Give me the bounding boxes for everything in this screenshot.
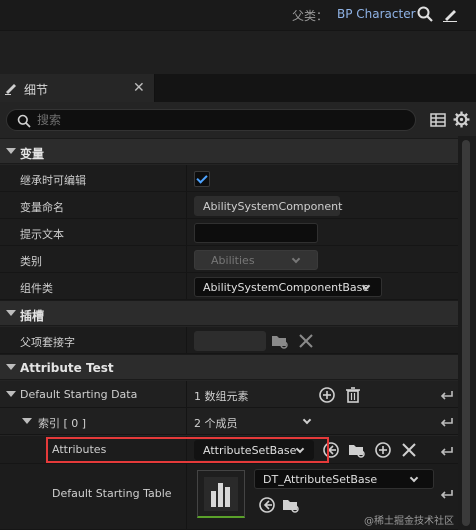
watermark: @稀土掘金技术社区 (364, 516, 454, 527)
row-label: 组件类 (20, 282, 53, 295)
variable-name-field[interactable]: AbilitySystemComponent (194, 196, 342, 216)
pencil-icon (5, 84, 16, 95)
tooltip-field[interactable] (194, 223, 318, 243)
reset-icon[interactable] (440, 443, 454, 457)
member-count: 2 个成员 (194, 417, 238, 430)
collapse-arrow-icon (6, 310, 16, 316)
collapse-arrow-icon (6, 148, 16, 154)
row-default-starting-data: Default Starting Data 1 数组元素 (0, 381, 458, 408)
row-label: 索引 [ 0 ] (38, 417, 87, 430)
row-label: Default Starting Data (20, 388, 138, 401)
divider (186, 192, 187, 218)
row-label: 变量命名 (20, 201, 64, 214)
add-icon[interactable] (374, 441, 392, 459)
collapse-arrow-icon[interactable] (22, 418, 32, 424)
divider (186, 327, 187, 353)
top-bar: 父类： BP Character (0, 0, 476, 30)
array-count: 1 数组元素 (194, 390, 249, 403)
divider (186, 273, 187, 299)
dropdown-value: AbilitySystemComponentBase (203, 281, 370, 294)
chevron-down-icon (291, 254, 301, 264)
row-category: 类别 Abilities (0, 246, 458, 273)
row-variable-name: 变量命名 AbilitySystemComponent (0, 192, 458, 219)
row-label: 提示文本 (20, 228, 64, 241)
tab-details[interactable]: 细节 ✕ (0, 74, 155, 102)
search-row (0, 104, 476, 136)
gear-icon[interactable] (453, 111, 470, 128)
chevron-down-icon[interactable] (302, 415, 312, 425)
divider (186, 464, 187, 529)
chevron-down-icon (409, 473, 419, 483)
data-table-thumbnail[interactable] (197, 470, 245, 518)
row-index-0: 索引 [ 0 ] 2 个成员 (0, 408, 458, 435)
row-tooltip: 提示文本 (0, 219, 458, 246)
reset-icon[interactable] (440, 387, 454, 401)
divider (186, 165, 187, 191)
search-box[interactable] (6, 109, 416, 131)
row-label: Default Starting Table (52, 487, 172, 500)
parent-class-link[interactable]: BP Character (337, 7, 416, 21)
toolbar-spacer (0, 30, 476, 74)
section-variable[interactable]: 变量 (0, 138, 458, 164)
section-socket[interactable]: 插槽 (0, 300, 458, 326)
divider (186, 381, 187, 407)
collapse-arrow-icon[interactable] (6, 391, 16, 397)
search-icon (17, 114, 31, 128)
divider (186, 246, 187, 272)
row-component-class: 组件类 AbilitySystemComponentBase (0, 273, 458, 300)
delete-icon[interactable] (344, 386, 362, 404)
parent-class-label: 父类： (292, 9, 329, 23)
editable-checkbox[interactable] (194, 171, 210, 187)
tab-label: 细节 (24, 83, 49, 97)
row-label: 父项套接字 (20, 336, 75, 349)
section-title: 变量 (20, 147, 45, 161)
dropdown-value: Abilities (211, 254, 255, 267)
section-title: Attribute Test (20, 361, 114, 375)
table-view-icon[interactable] (430, 112, 446, 128)
data-table-icon (204, 477, 238, 511)
tab-bar: 细节 ✕ (0, 74, 476, 102)
clear-icon[interactable] (297, 332, 315, 350)
close-icon[interactable]: ✕ (133, 80, 145, 96)
collapse-arrow-icon (6, 364, 16, 370)
edit-icon[interactable] (442, 6, 458, 22)
use-selected-icon[interactable] (258, 496, 276, 514)
row-label: 类别 (20, 255, 42, 268)
highlight-box (46, 437, 329, 463)
reset-icon[interactable] (440, 414, 454, 428)
reset-icon[interactable] (440, 486, 454, 500)
divider (186, 219, 187, 245)
scrollbar-thumb[interactable] (462, 140, 470, 526)
add-element-icon[interactable] (318, 386, 336, 404)
parent-socket-field[interactable] (194, 331, 266, 351)
row-parent-socket: 父项套接字 (0, 327, 458, 354)
divider (186, 408, 187, 434)
search-icon[interactable] (417, 6, 433, 22)
browse-folder-icon[interactable] (271, 332, 289, 350)
section-title: 插槽 (20, 309, 45, 323)
row-editable: 继承时可编辑 (0, 165, 458, 192)
row-label: 继承时可编辑 (20, 174, 86, 187)
clear-icon[interactable] (400, 441, 418, 459)
section-attribute-test[interactable]: Attribute Test (0, 354, 458, 380)
table-dropdown[interactable]: DT_AttributeSetBase (254, 469, 434, 489)
component-class-dropdown[interactable]: AbilitySystemComponentBase (194, 277, 382, 297)
dropdown-value: DT_AttributeSetBase (263, 473, 378, 486)
browse-folder-icon[interactable] (348, 441, 366, 459)
search-input[interactable] (37, 111, 397, 129)
browse-folder-icon[interactable] (282, 496, 300, 514)
category-dropdown[interactable]: Abilities (194, 250, 318, 270)
